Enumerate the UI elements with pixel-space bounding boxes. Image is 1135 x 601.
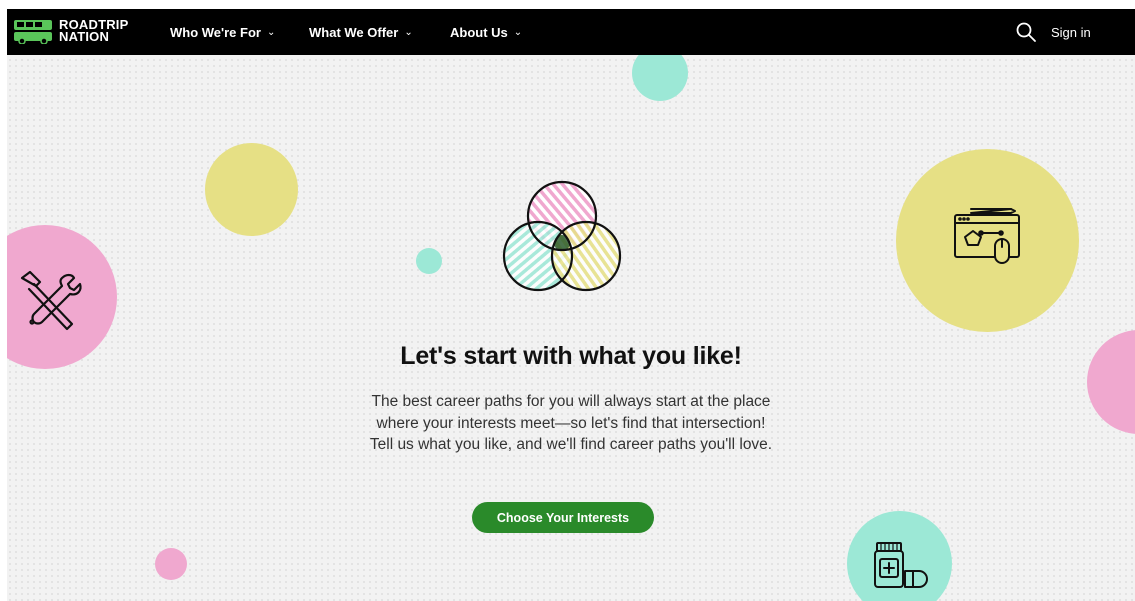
bus-logo-icon (14, 20, 52, 44)
hero-description: The best career paths for you will alway… (321, 391, 821, 456)
page-frame: Let's start with what you like! The best… (7, 9, 1135, 601)
logo-line: NATION (59, 29, 110, 44)
roadtrip-nation-logo[interactable]: ROADTRIP NATION (13, 15, 143, 47)
hero-description-line: The best career paths for you will alway… (371, 393, 771, 410)
top-navbar: ROADTRIP NATION Who We're For ⌄ What We … (7, 9, 1135, 55)
logo-wordmark: ROADTRIP NATION (59, 18, 129, 44)
nav-what-we-offer[interactable]: What We Offer ⌄ (309, 9, 413, 55)
search-icon[interactable] (1015, 21, 1037, 43)
nav-who-were-for[interactable]: Who We're For ⌄ (170, 9, 275, 55)
sign-in-link[interactable]: Sign in (1051, 9, 1091, 55)
nav-label: About Us (450, 24, 508, 40)
hero-description-line: where your interests meet—so let's find … (376, 414, 766, 432)
hero-section: Let's start with what you like! The best… (7, 9, 1135, 601)
nav-about-us[interactable]: About Us ⌄ (450, 9, 522, 55)
venn-diagram-icon (501, 179, 623, 297)
choose-interests-button[interactable]: Choose Your Interests (472, 502, 654, 533)
hero-headline: Let's start with what you like! (400, 342, 742, 370)
nav-label: Who We're For (170, 24, 261, 40)
chevron-down-icon: ⌄ (266, 26, 276, 38)
chevron-down-icon: ⌄ (404, 26, 413, 38)
nav-label: What We Offer (309, 24, 399, 40)
chevron-down-icon: ⌄ (513, 26, 523, 38)
hero-description-line: Tell us what you like, and we'll find ca… (369, 436, 773, 453)
